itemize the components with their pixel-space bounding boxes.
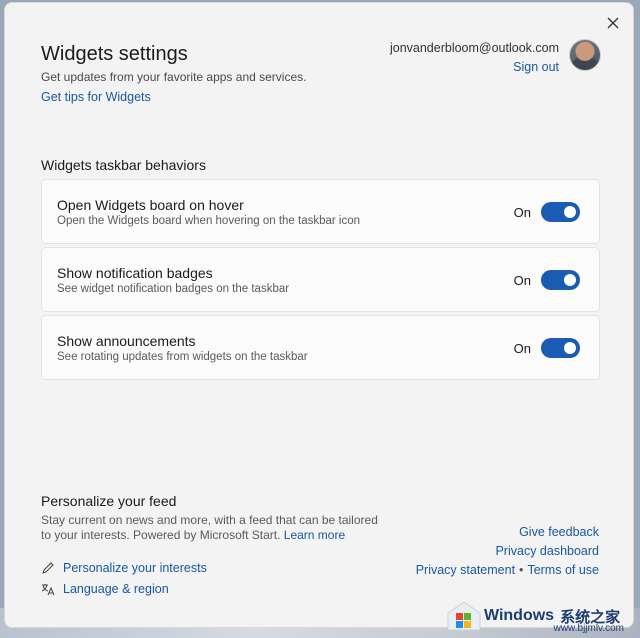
setting-title: Open Widgets board on hover — [57, 197, 244, 213]
toggle-knob — [564, 206, 576, 218]
privacy-dashboard-row: Privacy dashboard — [495, 544, 599, 558]
setting-title: Show announcements — [57, 333, 196, 349]
get-tips-link[interactable]: Get tips for Widgets — [41, 90, 151, 104]
give-feedback-row: Give feedback — [519, 525, 599, 539]
close-button[interactable] — [605, 15, 621, 31]
watermark-url: www.bjjmlv.com — [553, 623, 624, 634]
feed-section-title: Personalize your feed — [41, 493, 177, 509]
watermark: Windows 系统之家 www.bjjmlv.com — [444, 598, 634, 634]
setting-card-badges: Show notification badges See widget noti… — [41, 247, 600, 312]
personalize-interests-label: Personalize your interests — [63, 561, 207, 575]
toggle-knob — [564, 342, 576, 354]
behaviors-section-title: Widgets taskbar behaviors — [41, 157, 206, 173]
language-region-link[interactable]: Language & region — [41, 582, 169, 596]
setting-card-announcements: Show announcements See rotating updates … — [41, 315, 600, 380]
setting-description: See rotating updates from widgets on the… — [57, 351, 308, 363]
personalize-interests-link[interactable]: Personalize your interests — [41, 561, 207, 575]
legal-links-row: Privacy statement • Terms of use — [416, 563, 599, 577]
account-email: jonvanderbloom@outlook.com — [389, 41, 559, 55]
pencil-icon — [42, 562, 54, 574]
sign-out-link[interactable]: Sign out — [390, 60, 559, 74]
learn-more-link[interactable]: Learn more — [284, 528, 345, 542]
language-icon — [41, 584, 55, 596]
setting-card-hover: Open Widgets board on hover Open the Wid… — [41, 179, 600, 244]
terms-of-use-link[interactable]: Terms of use — [527, 563, 599, 577]
setting-title: Show notification badges — [57, 265, 213, 281]
setting-description: Open the Widgets board when hovering on … — [57, 215, 361, 227]
privacy-dashboard-link[interactable]: Privacy dashboard — [495, 544, 599, 558]
toggle-state-label: On — [513, 341, 531, 356]
link-separator: • — [519, 563, 524, 577]
page-title: Widgets settings — [41, 43, 188, 65]
widgets-settings-panel: Widgets settings Get updates from your f… — [4, 2, 634, 628]
page-subtitle: Get updates from your favorite apps and … — [41, 70, 307, 84]
badges-toggle[interactable] — [541, 270, 580, 290]
setting-description: See widget notification badges on the ta… — [57, 283, 290, 295]
windows-logo-icon — [447, 601, 481, 631]
watermark-brand: Windows — [484, 607, 555, 624]
feed-description: Stay current on news and more, with a fe… — [41, 513, 391, 543]
language-region-label: Language & region — [63, 582, 169, 596]
hover-toggle[interactable] — [541, 202, 580, 222]
announcements-toggle[interactable] — [541, 338, 580, 358]
toggle-state-label: On — [513, 273, 531, 288]
toggle-knob — [564, 274, 576, 286]
toggle-state-label: On — [513, 205, 531, 220]
give-feedback-link[interactable]: Give feedback — [519, 525, 599, 539]
avatar[interactable] — [569, 39, 601, 71]
account-info: jonvanderbloom@outlook.com Sign out — [390, 41, 559, 74]
close-icon — [607, 17, 619, 29]
privacy-statement-link[interactable]: Privacy statement — [416, 563, 515, 577]
